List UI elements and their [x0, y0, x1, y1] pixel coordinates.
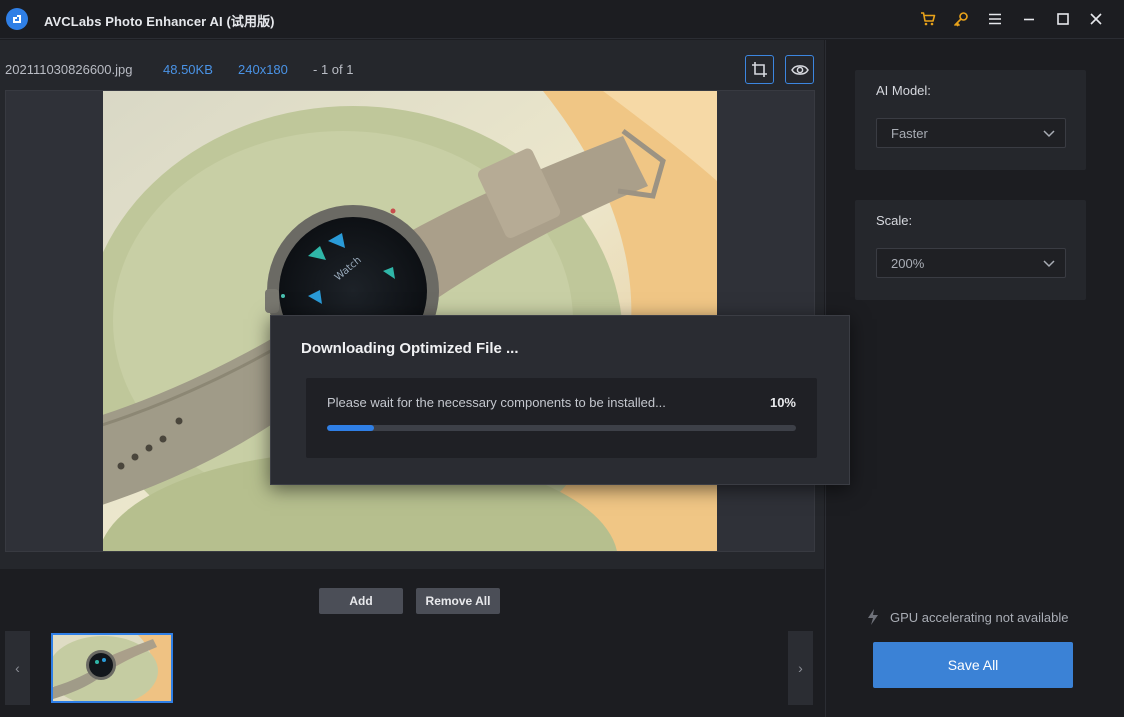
progress-percent: 10% — [769, 395, 796, 410]
gpu-status: GPU accelerating not available — [866, 608, 1069, 626]
save-all-button[interactable]: Save All — [873, 642, 1073, 688]
ai-model-label: AI Model: — [876, 83, 931, 98]
dialog-title: Downloading Optimized File ... — [301, 340, 519, 357]
crop-button[interactable] — [745, 55, 774, 84]
preview-pane: 202111030826600.jpg 48.50KB 240x180 - 1 … — [0, 40, 824, 569]
ai-model-select[interactable]: Faster — [876, 118, 1066, 148]
scale-label: Scale: — [876, 213, 913, 228]
file-size: 48.50KB — [163, 62, 213, 77]
progress-fill — [327, 425, 374, 431]
thumbnail-item[interactable] — [51, 633, 173, 703]
file-dimensions: 240x180 — [238, 62, 288, 77]
scale-select[interactable]: 200% — [876, 248, 1066, 278]
thumbnail-next-button[interactable]: › — [788, 631, 813, 705]
scale-value: 200% — [891, 256, 925, 271]
thumbnail-prev-button[interactable]: ‹ — [5, 631, 30, 705]
menu-icon[interactable] — [984, 8, 1006, 30]
settings-sidebar: AI Model: Faster Scale: 200% GPU acceler… — [825, 40, 1124, 717]
lightning-icon — [868, 609, 878, 625]
title-bar: AVCLabs Photo Enhancer AI (试用版) — [0, 0, 1124, 39]
download-dialog: Downloading Optimized File ... Please wa… — [270, 315, 850, 485]
chevron-right-icon: › — [798, 660, 803, 676]
scale-card: Scale: 200% — [855, 200, 1086, 300]
eye-icon — [790, 64, 809, 75]
gpu-status-text: GPU accelerating not available — [890, 609, 1069, 625]
cart-icon[interactable] — [917, 8, 939, 30]
preview-toggle-button[interactable] — [785, 55, 814, 84]
dialog-progress-panel: Please wait for the necessary components… — [306, 378, 817, 458]
add-button[interactable]: Add — [319, 588, 403, 614]
app-title: AVCLabs Photo Enhancer AI (试用版) — [44, 14, 275, 29]
maximize-icon[interactable] — [1052, 8, 1074, 30]
chevron-left-icon: ‹ — [15, 660, 20, 676]
ai-model-value: Faster — [891, 126, 928, 141]
avclabs-logo-icon — [6, 8, 28, 30]
bottom-toolbar: Add Remove All ‹ › — [0, 569, 824, 717]
minimize-icon[interactable] — [1018, 8, 1040, 30]
dialog-message: Please wait for the necessary components… — [327, 395, 666, 410]
ai-model-card: AI Model: Faster — [855, 70, 1086, 170]
chevron-down-icon — [1043, 130, 1055, 138]
close-icon[interactable] — [1085, 8, 1107, 30]
file-name: 202111030826600.jpg — [5, 62, 133, 77]
crop-icon — [752, 62, 767, 77]
remove-all-button[interactable]: Remove All — [416, 588, 500, 614]
chevron-down-icon — [1043, 260, 1055, 268]
key-icon[interactable] — [950, 8, 972, 30]
progress-bar — [327, 425, 796, 431]
file-count: - 1 of 1 — [313, 62, 354, 77]
